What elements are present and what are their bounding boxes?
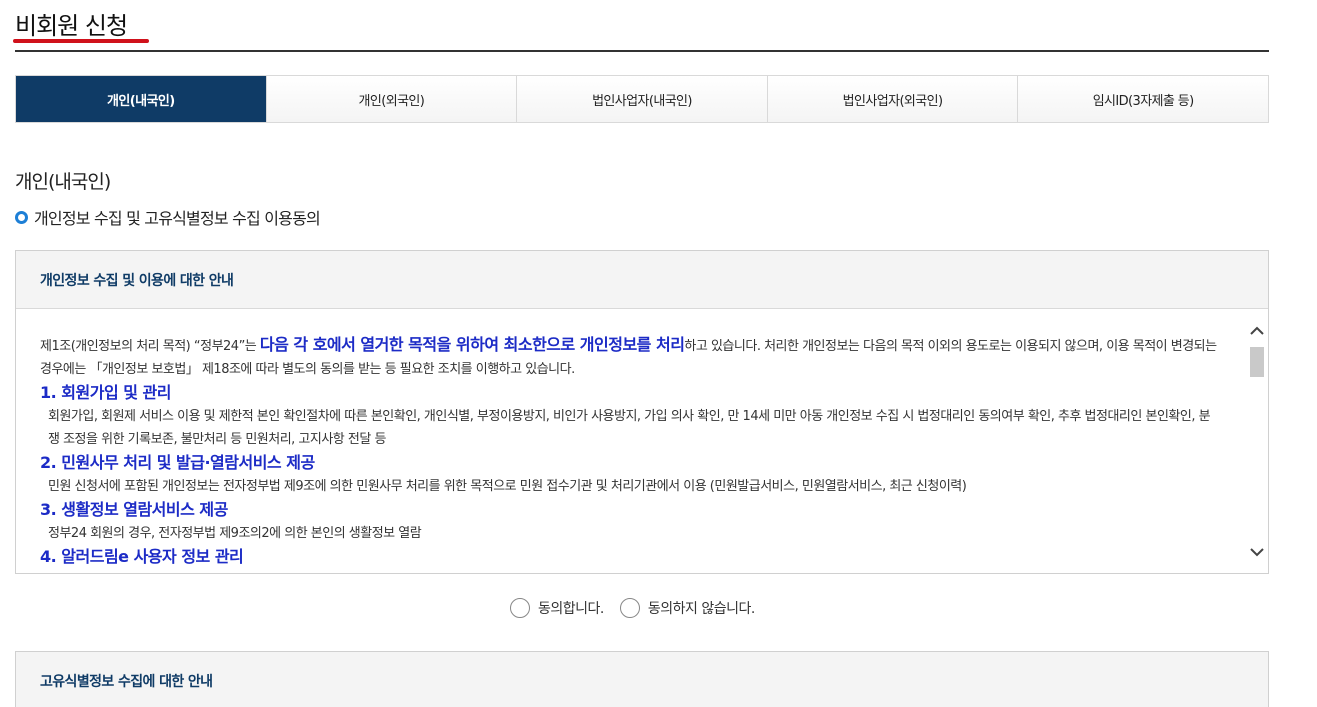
item-heading: 3. 생활정보 열람서비스 제공 [40,500,228,519]
item-body: 회원가입, 회원제 서비스 이용 및 제한적 본인 확인절차에 따른 본인확인,… [48,409,1211,447]
intro-text: 제1조(개인정보의 처리 목적) “정부24”는 [40,339,260,354]
agree-option[interactable]: 동의합니다. [510,598,604,618]
privacy-box-header: 개인정보 수집 및 이용에 대한 안내 [16,251,1268,309]
consent-subtitle: 개인정보 수집 및 고유식별정보 수집 이용동의 [15,205,321,229]
section-title: 개인(내국인) [15,171,111,193]
disagree-option[interactable]: 동의하지 않습니다. [619,598,755,618]
item-heading: 2. 민원사무 처리 및 발급·열람서비스 제공 [40,453,315,472]
disagree-label: 동의하지 않습니다. [647,601,755,617]
tab-corporate-foreign[interactable]: 법인사업자(외국인) [766,76,1018,122]
scroll-up-icon[interactable] [1246,319,1268,341]
item-body: 민원 신청서에 포함된 개인정보는 전자정부법 제9조에 의한 민원사무 처리를… [48,479,967,494]
scrollbar[interactable] [1246,309,1268,573]
unique-id-info-box: 고유식별정보 수집에 대한 안내 [15,651,1269,707]
item-heading: 1. 회원가입 및 관리 [40,383,171,402]
consent-subtitle-label: 개인정보 수집 및 고유식별정보 수집 이용동의 [34,209,321,228]
title-divider [15,50,1269,52]
member-type-tabs: 개인(내국인) 개인(외국인) 법인사업자(내국인) 법인사업자(외국인) 임시… [15,75,1269,123]
tab-corporate-domestic[interactable]: 법인사업자(내국인) [516,76,767,122]
disagree-radio[interactable] [619,598,640,618]
agree-label: 동의합니다. [538,601,604,617]
title-accent-underline [13,39,149,43]
unique-id-box-header: 고유식별정보 수집에 대한 안내 [16,652,1268,707]
tab-individual-domestic[interactable]: 개인(내국인) [16,76,266,122]
agree-radio[interactable] [510,598,530,618]
tab-temporary-id[interactable]: 임시ID(3자제출 등) [1017,76,1268,122]
tab-individual-foreign[interactable]: 개인(외국인) [265,76,517,122]
page-title: 비회원 신청 [15,12,128,40]
privacy-info-box: 개인정보 수집 및 이용에 대한 안내 제1조(개인정보의 처리 목적) “정부… [15,250,1269,574]
item-body: 정부24 회원의 경우, 전자정부법 제9조의2에 의한 본인의 생활정보 열람 [48,526,422,541]
item-heading: 4. 알러드림e 사용자 정보 관리 [40,547,244,566]
bullet-ring-icon [15,210,28,224]
privacy-scroll-content[interactable]: 제1조(개인정보의 처리 목적) “정부24”는 다음 각 호에서 열거한 목적… [16,309,1268,573]
privacy-intro: 제1조(개인정보의 처리 목적) “정부24”는 다음 각 호에서 열거한 목적… [40,333,1218,381]
scroll-down-icon[interactable] [1246,541,1268,563]
scrollbar-thumb[interactable] [1250,347,1264,377]
intro-highlight: 다음 각 호에서 열거한 목적을 위하여 최소한으로 개인정보를 처리 [259,335,685,354]
consent-radio-group: 동의합니다. 동의하지 않습니다. [510,598,771,618]
